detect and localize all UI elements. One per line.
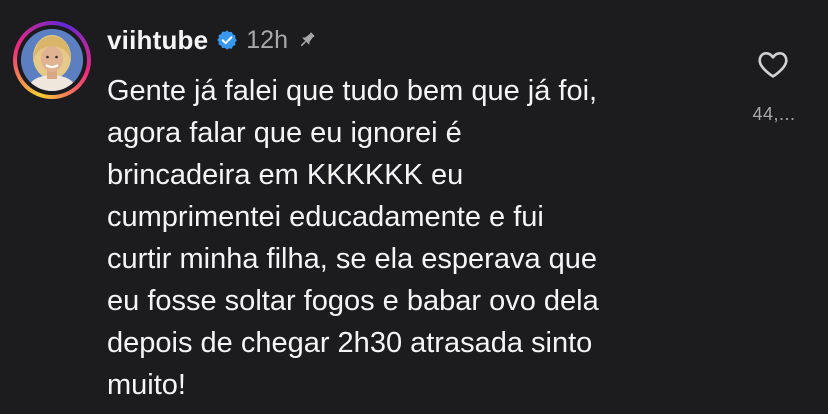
comment-text-line: curtir minha filha, se ela esperava que [107, 243, 598, 275]
comment-text: Gente já falei que tudo bem que já foi, … [107, 70, 727, 406]
avatar-image [21, 29, 83, 91]
comment: viihtube 12h Gente já falei que tudo bem… [0, 0, 828, 414]
comment-header: viihtube 12h [107, 22, 318, 58]
comment-text-line: Gente já falei que tudo bem que já foi, [107, 75, 598, 107]
comment-text-line: eu fosse soltar fogos e babar ovo dela [107, 285, 599, 317]
comment-text-line: agora falar que eu ignorei é [107, 117, 462, 149]
username-link[interactable]: viihtube [107, 25, 208, 56]
comment-text-line: brincadeira em KKKKKK eu [107, 159, 464, 191]
verified-badge-icon [216, 29, 238, 51]
pin-icon [296, 29, 318, 51]
avatar-ring-gap [17, 25, 87, 95]
avatar[interactable] [21, 29, 83, 91]
heart-icon [758, 52, 788, 78]
comment-timestamp: 12h [246, 25, 288, 54]
like-button[interactable] [756, 48, 790, 80]
comment-text-line: depois de chegar 2h30 atrasada sinto [107, 327, 593, 359]
avatar-story-ring[interactable] [13, 21, 91, 99]
like-count[interactable]: 44,... [730, 104, 818, 125]
comment-text-line: muito! [107, 369, 186, 401]
comment-text-line: cumprimentei educadamente e fui [107, 201, 544, 233]
